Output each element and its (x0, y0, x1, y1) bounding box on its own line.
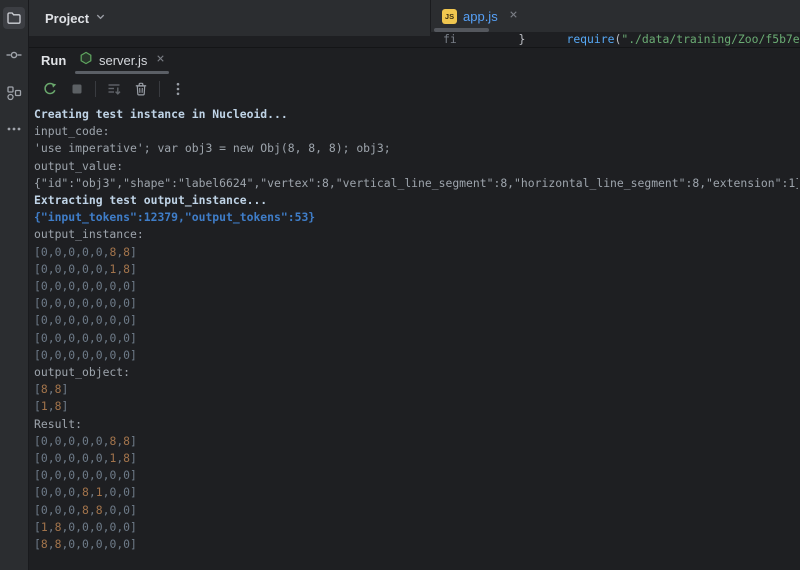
stop-icon[interactable] (68, 80, 86, 98)
console-output[interactable]: Creating test instance in Nucleoid...inp… (34, 101, 798, 570)
console-line: [0,0,0,8,1,0,0] (34, 484, 798, 501)
console-line: output_instance: (34, 226, 798, 243)
console-line: output_value: (34, 158, 798, 175)
console-line: [8,8] (34, 381, 798, 398)
console-line: [0,0,0,0,0,1,8] (34, 261, 798, 278)
code-line: fi } require("./data/training/Zoo/f5b7e.… (430, 32, 800, 46)
console-line: [0,0,0,0,0,0,0] (34, 295, 798, 312)
code-fragment: "./data/training/Zoo/f5b7e.json" (621, 32, 800, 46)
console-line: [8,8,0,0,0,0,0] (34, 536, 798, 553)
console-line: [1,8,0,0,0,0,0] (34, 519, 798, 536)
console-line: [1,8] (34, 398, 798, 415)
close-icon[interactable] (155, 51, 166, 69)
main-toolbar: Project (29, 0, 430, 36)
console-line: [0,0,0,0,0,0,0] (34, 347, 798, 364)
js-file-icon: JS (442, 9, 457, 24)
run-tool-window-title: Run (41, 53, 66, 68)
console-line: [0,0,0,0,0,0,0] (34, 278, 798, 295)
console-line: [0,0,0,0,0,8,8] (34, 433, 798, 450)
console-line: Extracting test output_instance... (34, 192, 798, 209)
activity-bar (0, 0, 29, 570)
console-line: Result: (34, 416, 798, 433)
active-tab-underline (75, 71, 169, 74)
console-line: Creating test instance in Nucleoid... (34, 106, 798, 123)
console-line: [0,0,0,0,0,0,0] (34, 330, 798, 347)
console-line: [0,0,0,8,8,0,0] (34, 502, 798, 519)
run-tool-window: Run server.js (29, 47, 800, 570)
console-line: output_object: (34, 364, 798, 381)
code-fragment: require (566, 32, 614, 46)
rerun-icon[interactable] (41, 80, 59, 98)
console-line: 'use imperative'; var obj3 = new Obj(8, … (34, 140, 798, 157)
project-selector[interactable]: Project (39, 0, 112, 36)
clear-all-icon[interactable] (132, 80, 150, 98)
close-icon[interactable] (508, 7, 519, 25)
editor-tab-bar: JS app.js (430, 0, 800, 32)
structure-icon[interactable] (3, 82, 25, 104)
code-fragment: fi (443, 32, 457, 46)
console-line: input_code: (34, 123, 798, 140)
more-actions-icon[interactable] (169, 80, 187, 98)
scroll-to-end-icon[interactable] (105, 80, 123, 98)
commit-icon[interactable] (3, 44, 25, 66)
project-selector-label: Project (45, 11, 89, 26)
console-line: [0,0,0,0,0,8,8] (34, 244, 798, 261)
console-line: [0,0,0,0,0,0,0] (34, 467, 798, 484)
console-line: {"input_tokens":12379,"output_tokens":53… (34, 209, 798, 226)
toolbar-separator (95, 81, 96, 97)
console-line: [0,0,0,0,0,1,8] (34, 450, 798, 467)
ide-window: Project JS app.js fi } require("./data/t… (0, 0, 800, 570)
tab-server-js-label: server.js (99, 53, 147, 68)
run-toolbar (41, 76, 187, 102)
console-line: {"id":"obj3","shape":"label6624","vertex… (34, 175, 798, 192)
code-fragment (457, 32, 519, 46)
tab-app-js-label: app.js (463, 9, 498, 24)
code-fragment (525, 32, 566, 46)
project-folder-icon[interactable] (3, 7, 25, 29)
chevron-down-icon (95, 9, 106, 27)
console-line: [0,0,0,0,0,0,0] (34, 312, 798, 329)
nodejs-icon (79, 51, 93, 70)
toolbar-separator (159, 81, 160, 97)
more-tool-windows-icon[interactable] (3, 118, 25, 140)
tab-server-js[interactable]: server.js (75, 48, 170, 72)
editor-area[interactable]: fi } require("./data/training/Zoo/f5b7e.… (430, 32, 800, 47)
